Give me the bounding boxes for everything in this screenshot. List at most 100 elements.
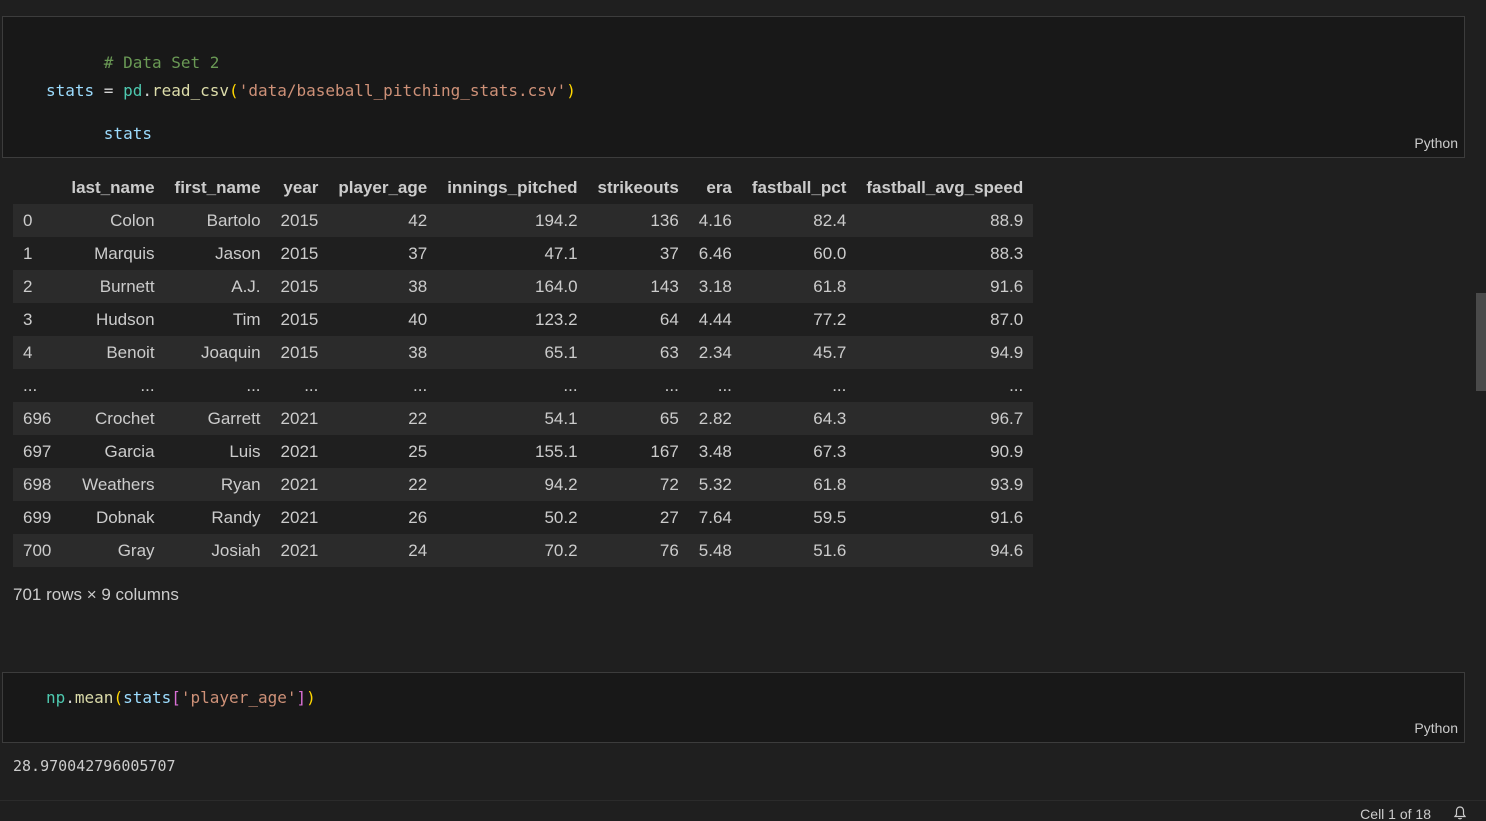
table-cell-fastball-avg-speed: 93.9	[990, 474, 1024, 494]
table-cell-strikeouts: 63	[659, 342, 679, 362]
row-index: 696	[23, 408, 52, 428]
table-cell-first-name: A.J.	[231, 276, 261, 296]
table-cell-fastball-avg-speed: 87.0	[990, 309, 1024, 329]
code-token-func: read_csv	[151, 81, 230, 100]
table-cell-last-name: Marquis	[94, 243, 155, 263]
table-cell-fastball-pct: 61.8	[813, 276, 847, 296]
column-header-era: era	[688, 171, 742, 204]
table-cell-strikeouts: 37	[659, 243, 679, 263]
table-row: 0 Colon Bartolo 2015 42 194.2 136 4.16 82.4 88.9	[13, 204, 1034, 237]
dataframe-body: 0 Colon Bartolo 2015 42 194.2 136 4.16 82.4 88.9 1…	[13, 204, 1034, 567]
code-token-string: 'player_age'	[180, 688, 297, 707]
table-cell-last-name: Hudson	[95, 309, 155, 329]
table-cell-fastball-pct: 59.5	[813, 507, 847, 527]
table-cell-year: 2021	[280, 408, 319, 428]
scrollbar-thumb[interactable]	[1476, 293, 1486, 391]
table-cell-year: ...	[304, 375, 319, 395]
table-row: 1 Marquis Jason 2015 37 47.1 37 6.46 60.0 88.3	[13, 237, 1034, 270]
table-cell-fastball-pct: 45.7	[813, 342, 847, 362]
code-cell-1[interactable]: # Data Set 2 stats = pd.read_csv('data/b…	[2, 16, 1465, 158]
column-header-strikeouts: strikeouts	[587, 171, 689, 204]
column-header-innings-pitched: innings_pitched	[437, 171, 588, 204]
table-cell-fastball-avg-speed: 94.9	[990, 342, 1024, 362]
table-cell-fastball-avg-speed: 91.6	[990, 276, 1024, 296]
cell-language-label[interactable]: Python	[1414, 720, 1458, 736]
row-index: 2	[23, 276, 33, 296]
code-token-open-paren: (	[229, 81, 239, 100]
code-line-read-csv[interactable]: stats = pd.read_csv('data/baseball_pitch…	[46, 81, 576, 101]
table-row: 3 Hudson Tim 2015 40 123.2 64 4.44 77.2 87.0	[13, 303, 1034, 336]
code-line-stats[interactable]: stats	[46, 104, 152, 164]
table-cell-era: 4.16	[698, 210, 732, 230]
dataframe-table: last_name first_name year player_age innings…	[13, 171, 1034, 567]
table-cell-first-name: Luis	[229, 441, 261, 461]
table-cell-innings-pitched: 194.2	[535, 210, 578, 230]
table-cell-era: ...	[717, 375, 732, 395]
table-cell-player-age: 37	[408, 243, 428, 263]
table-cell-last-name: Dobnak	[95, 507, 155, 527]
cell-indicator[interactable]: Cell 1 of 18	[1360, 806, 1431, 821]
table-cell-fastball-pct: 67.3	[813, 441, 847, 461]
table-cell-player-age: 38	[408, 342, 428, 362]
table-cell-first-name: Ryan	[220, 474, 261, 494]
table-cell-fastball-pct: 61.8	[813, 474, 847, 494]
code-line-np-mean[interactable]: np.mean(stats['player_age'])	[46, 688, 316, 708]
table-cell-innings-pitched: 123.2	[535, 309, 578, 329]
table-cell-innings-pitched: 65.1	[544, 342, 578, 362]
code-cell-2[interactable]: np.mean(stats['player_age']) Python	[2, 672, 1465, 743]
code-token-close-paren: )	[566, 81, 576, 100]
table-cell-fastball-pct: 60.0	[813, 243, 847, 263]
table-cell-era: 5.32	[698, 474, 732, 494]
code-token-close-paren: )	[306, 688, 316, 707]
table-cell-era: 4.44	[698, 309, 732, 329]
table-cell-strikeouts: 136	[650, 210, 679, 230]
table-cell-era: 2.82	[698, 408, 732, 428]
table-cell-first-name: Tim	[232, 309, 261, 329]
table-cell-fastball-avg-speed: ...	[1009, 375, 1024, 395]
table-row: 4 Benoit Joaquin 2015 38 65.1 63 2.34 45.7 94.9	[13, 336, 1034, 369]
row-index: 1	[23, 243, 33, 263]
table-cell-first-name: Randy	[211, 507, 261, 527]
table-row: 697 Garcia Luis 2021 25 155.1 167 3.48 67.3 90.9	[13, 435, 1034, 468]
table-cell-strikeouts: 27	[659, 507, 679, 527]
table-cell-innings-pitched: 50.2	[544, 507, 578, 527]
table-cell-player-age: 40	[408, 309, 428, 329]
table-cell-last-name: Garcia	[104, 441, 155, 461]
table-cell-strikeouts: 167	[650, 441, 679, 461]
table-row: 699 Dobnak Randy 2021 26 50.2 27 7.64 59.5 91.6	[13, 501, 1034, 534]
table-cell-era: 7.64	[698, 507, 732, 527]
table-cell-era: 3.18	[698, 276, 732, 296]
column-header-player-age: player_age	[328, 171, 438, 204]
row-index: ...	[23, 375, 38, 395]
table-cell-last-name: Crochet	[95, 408, 155, 428]
row-index: 698	[23, 474, 52, 494]
table-cell-last-name: Gray	[117, 540, 155, 560]
mean-output: 28.970042796005707	[13, 757, 176, 775]
table-cell-year: 2015	[280, 342, 319, 362]
table-cell-innings-pitched: 47.1	[544, 243, 578, 263]
table-cell-player-age: 42	[408, 210, 428, 230]
code-token-var: stats	[46, 81, 95, 100]
table-cell-fastball-pct: 51.6	[813, 540, 847, 560]
table-cell-player-age: 22	[408, 408, 428, 428]
table-cell-fastball-pct: 64.3	[813, 408, 847, 428]
table-cell-innings-pitched: 155.1	[535, 441, 578, 461]
dataframe-shape: 701 rows × 9 columns	[13, 585, 179, 604]
table-cell-fastball-avg-speed: 88.3	[990, 243, 1024, 263]
row-index: 0	[23, 210, 33, 230]
table-cell-player-age: 26	[408, 507, 428, 527]
row-index: 4	[23, 342, 33, 362]
table-cell-fastball-avg-speed: 91.6	[990, 507, 1024, 527]
code-token-dot: .	[142, 81, 152, 100]
table-cell-year: 2015	[280, 243, 319, 263]
column-header-first-name: first_name	[164, 171, 271, 204]
table-cell-first-name: Jason	[215, 243, 261, 263]
table-row: 700 Gray Josiah 2021 24 70.2 76 5.48 51.6 94.6	[13, 534, 1034, 567]
code-token-open-paren: (	[113, 688, 124, 707]
code-token-var: stats	[103, 124, 152, 143]
table-cell-player-age: 25	[408, 441, 428, 461]
code-token-var: stats	[123, 688, 172, 707]
table-cell-first-name: Garrett	[207, 408, 261, 428]
cell-language-label[interactable]: Python	[1414, 135, 1458, 151]
bell-icon[interactable]	[1452, 805, 1468, 821]
